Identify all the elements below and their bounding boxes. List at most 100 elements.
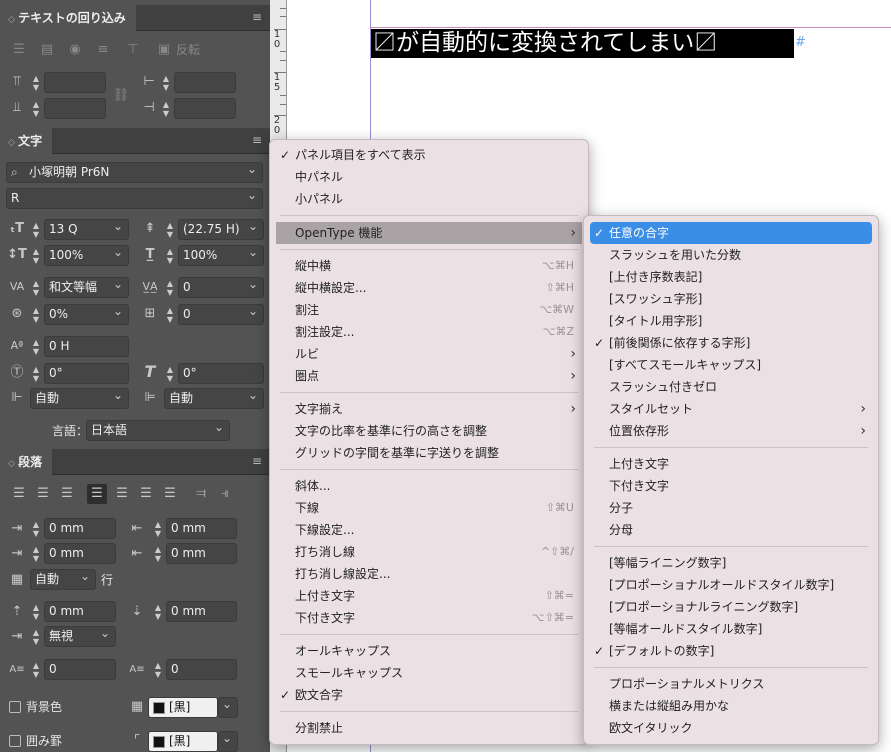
last-line-indent-field[interactable]: 0 mm bbox=[166, 543, 237, 564]
submenu-item-slashed-zero[interactable]: スラッシュ付きゼロ bbox=[590, 376, 872, 398]
first-line-indent-field[interactable]: 0 mm bbox=[44, 543, 116, 564]
justify-left-icon[interactable]: ☰ bbox=[87, 484, 107, 504]
menu-item-small-panel[interactable]: 小パネル bbox=[276, 188, 582, 210]
grid-alignment-select[interactable]: 無視 bbox=[44, 626, 116, 647]
space-before-field[interactable]: 0 mm bbox=[44, 601, 116, 622]
menu-item-adjust-tracking-grid[interactable]: グリッドの字間を基準に字送りを調整 bbox=[276, 442, 582, 464]
font-size-field[interactable]: 13 Q bbox=[44, 219, 129, 240]
shading-checkbox[interactable] bbox=[9, 701, 21, 713]
menu-item-small-caps[interactable]: スモールキャップス bbox=[276, 662, 582, 684]
font-family-select[interactable]: ⌕ 小塚明朝 Pr6N bbox=[6, 162, 263, 183]
bottom-offset-stepper[interactable]: ▲ ▼ bbox=[30, 98, 42, 119]
border-swatch-dropdown[interactable] bbox=[218, 731, 238, 752]
menu-item-medium-panel[interactable]: 中パネル bbox=[276, 166, 582, 188]
leading-stepper[interactable]: ▲ ▼ bbox=[164, 219, 176, 240]
menu-item-strikethrough-settings[interactable]: 打ち消し線設定... bbox=[276, 563, 582, 585]
submenu-item-superscript[interactable]: 上付き文字 bbox=[590, 453, 872, 475]
submenu-item-tabular-oldstyle[interactable]: [等幅オールドスタイル数字] bbox=[590, 618, 872, 640]
skew-stepper[interactable]: ▲ ▼ bbox=[164, 363, 176, 384]
menu-item-ruby[interactable]: ルビ › bbox=[276, 343, 582, 365]
menu-item-tatechuyoko[interactable]: 縦中横 ⌥⌘H bbox=[276, 255, 582, 277]
menu-item-opentype[interactable]: OpenType 機能 › bbox=[276, 222, 582, 244]
top-offset-stepper[interactable]: ▲ ▼ bbox=[30, 72, 42, 93]
aki-after-select[interactable]: 自動 bbox=[164, 388, 264, 409]
panel-menu-icon[interactable]: ≡ bbox=[250, 11, 264, 23]
submenu-item-subscript[interactable]: 下付き文字 bbox=[590, 475, 872, 497]
shading-swatch-dropdown[interactable] bbox=[218, 697, 238, 718]
right-indent-field[interactable]: 0 mm bbox=[166, 518, 237, 539]
submenu-item-denominator[interactable]: 分母 bbox=[590, 519, 872, 541]
wrap-next-column-icon[interactable]: ⊤ bbox=[124, 42, 142, 58]
left-indent-stepper[interactable]: ▲ ▼ bbox=[30, 518, 42, 539]
right-offset-field[interactable] bbox=[174, 98, 236, 119]
grid-count-field[interactable]: 0 bbox=[178, 304, 264, 325]
menu-item-underline[interactable]: 下線 ⇧⌘U bbox=[276, 497, 582, 519]
collapse-icon[interactable]: ◇ bbox=[8, 459, 18, 469]
menu-item-kenten[interactable]: 圏点 › bbox=[276, 365, 582, 387]
shading-swatch-field[interactable]: [黒] bbox=[148, 697, 218, 718]
drop-cap-lines-stepper[interactable]: ▲ ▼ bbox=[30, 659, 42, 680]
right-indent-stepper[interactable]: ▲ ▼ bbox=[152, 518, 164, 539]
right-offset-stepper[interactable]: ▲ ▼ bbox=[160, 98, 172, 119]
submenu-item-default-figure[interactable]: ✓ [デフォルトの数字] bbox=[590, 640, 872, 662]
character-rotation-field[interactable]: 0° bbox=[44, 363, 129, 384]
kerning-field[interactable]: 和文等幅 bbox=[44, 277, 129, 298]
submenu-item-proportional-metrics[interactable]: プロポーショナルメトリクス bbox=[590, 673, 872, 695]
character-rotation-stepper[interactable]: ▲ ▼ bbox=[30, 363, 42, 384]
border-swatch-field[interactable]: [黒] bbox=[148, 731, 218, 752]
para-panel-tab[interactable]: ◇ 段落 bbox=[0, 449, 53, 475]
selected-text[interactable]: 〼が自動的に変換されてしまい〼 bbox=[373, 29, 717, 58]
panel-menu-icon[interactable]: ≡ bbox=[250, 455, 264, 467]
swatch-grid-icon[interactable]: ▦ bbox=[128, 699, 146, 715]
menu-item-ligatures[interactable]: ✓ 欧文合字 bbox=[276, 684, 582, 706]
border-checkbox[interactable] bbox=[9, 735, 21, 747]
space-before-stepper[interactable]: ▲ ▼ bbox=[30, 601, 42, 622]
baseline-shift-stepper[interactable]: ▲ ▼ bbox=[30, 336, 42, 357]
wrap-jump-icon[interactable]: ≡ bbox=[94, 42, 112, 58]
submenu-item-all-small-caps[interactable]: [すべてスモールキャップス] bbox=[590, 354, 872, 376]
submenu-item-stylistic-sets[interactable]: スタイルセット › bbox=[590, 398, 872, 420]
space-after-stepper[interactable]: ▲ ▼ bbox=[152, 601, 164, 622]
top-offset-field[interactable] bbox=[44, 72, 106, 93]
tracking-stepper[interactable]: ▲ ▼ bbox=[164, 277, 176, 298]
align-toward-spine-icon[interactable]: ⫤ bbox=[192, 486, 210, 502]
invert-checkbox-icon[interactable]: ▣ bbox=[156, 42, 172, 58]
vertical-scale-stepper[interactable]: ▲ ▼ bbox=[30, 245, 42, 266]
submenu-item-discretionary-ligatures[interactable]: ✓ 任意の合字 bbox=[590, 222, 872, 244]
align-left-icon[interactable]: ☰ bbox=[10, 486, 28, 502]
justify-all-icon[interactable]: ☰ bbox=[161, 486, 179, 502]
font-style-select[interactable]: R bbox=[6, 188, 263, 209]
menu-item-strikethrough[interactable]: 打ち消し線 ^⇧⌘/ bbox=[276, 541, 582, 563]
kerning-stepper[interactable]: ▲ ▼ bbox=[30, 277, 42, 298]
menu-item-all-caps[interactable]: オールキャップス bbox=[276, 640, 582, 662]
submenu-item-positional-forms[interactable]: 位置依存形 › bbox=[590, 420, 872, 442]
border-settings-icon[interactable]: ⌜ bbox=[128, 733, 146, 749]
link-offsets-icon[interactable]: ⛓ bbox=[112, 88, 130, 104]
submenu-item-titling[interactable]: [タイトル用字形] bbox=[590, 310, 872, 332]
left-offset-stepper[interactable]: ▲ ▼ bbox=[160, 72, 172, 93]
menu-item-italic[interactable]: 斜体... bbox=[276, 475, 582, 497]
leading-field[interactable]: (22.75 H) bbox=[178, 219, 264, 240]
horizontal-scale-field[interactable]: 100% bbox=[178, 245, 264, 266]
menu-item-show-all-options[interactable]: ✓ パネル項目をすべて表示 bbox=[276, 144, 582, 166]
tsume-stepper[interactable]: ▲ ▼ bbox=[30, 304, 42, 325]
collapse-icon[interactable]: ◇ bbox=[8, 138, 18, 148]
align-away-spine-icon[interactable]: ⫣ bbox=[216, 486, 234, 502]
grid-count-stepper[interactable]: ▲ ▼ bbox=[164, 304, 176, 325]
submenu-item-proportional-oldstyle[interactable]: [プロポーショナルオールドスタイル数字] bbox=[590, 574, 872, 596]
panel-menu-icon[interactable]: ≡ bbox=[250, 134, 264, 146]
justify-center-icon[interactable]: ☰ bbox=[113, 486, 131, 502]
submenu-item-fractions[interactable]: スラッシュを用いた分数 bbox=[590, 244, 872, 266]
menu-item-warichu-settings[interactable]: 割注設定... ⌥⌘Z bbox=[276, 321, 582, 343]
wrap-none-icon[interactable]: ☰ bbox=[10, 42, 28, 58]
left-indent-field[interactable]: 0 mm bbox=[44, 518, 116, 539]
collapse-icon[interactable]: ◇ bbox=[8, 15, 18, 25]
tsume-field[interactable]: 0% bbox=[44, 304, 129, 325]
baseline-shift-field[interactable]: 0 H bbox=[44, 336, 129, 357]
drop-cap-select[interactable]: 自動 bbox=[30, 569, 96, 590]
skew-field[interactable]: 0° bbox=[178, 363, 264, 384]
wrap-bbox-icon[interactable]: ▤ bbox=[38, 42, 56, 58]
font-size-stepper[interactable]: ▲ ▼ bbox=[30, 219, 42, 240]
language-select[interactable]: 日本語 bbox=[86, 420, 230, 441]
wrap-shape-icon[interactable]: ◉ bbox=[66, 42, 84, 58]
